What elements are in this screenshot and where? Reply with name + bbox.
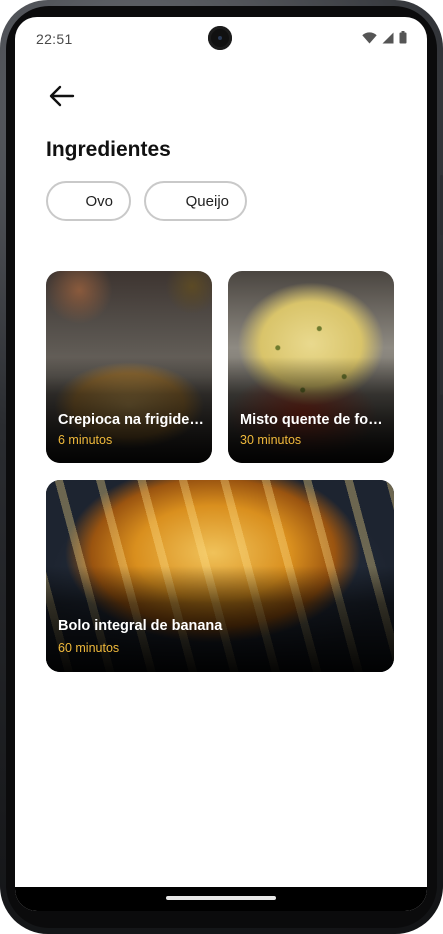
chip-queijo[interactable]: Queijo bbox=[144, 181, 247, 221]
wifi-icon bbox=[362, 31, 377, 49]
ingredient-filter-chips: Ovo Queijo bbox=[46, 181, 247, 221]
battery-icon bbox=[399, 31, 407, 49]
signal-icon bbox=[382, 31, 394, 49]
chip-ovo[interactable]: Ovo bbox=[46, 181, 131, 221]
navigation-bar bbox=[15, 887, 427, 911]
front-camera bbox=[208, 26, 232, 50]
arrow-left-icon bbox=[49, 85, 75, 112]
home-gesture-handle[interactable] bbox=[166, 896, 276, 900]
back-button[interactable] bbox=[47, 83, 77, 113]
page-title: Ingredientes bbox=[46, 138, 171, 161]
status-icons bbox=[362, 31, 407, 49]
recipe-title: Crepioca na frigideira bbox=[58, 412, 204, 428]
phone-frame: 22:51 Ingredientes Ovo Queijo Crepioca n… bbox=[0, 0, 443, 934]
recipe-time: 6 minutos bbox=[58, 433, 113, 447]
recipe-title: Bolo integral de banana bbox=[58, 618, 223, 634]
status-bar: 22:51 bbox=[15, 17, 427, 61]
recipe-time: 60 minutos bbox=[58, 641, 120, 655]
recipe-title: Misto quente de forno bbox=[240, 412, 386, 428]
recipe-card-crepioca[interactable]: Crepioca na frigideira 6 minutos bbox=[46, 271, 212, 463]
chip-label: Queijo bbox=[185, 192, 229, 210]
chip-label: Ovo bbox=[85, 192, 113, 210]
recipe-card-misto-quente[interactable]: Misto quente de forno 30 minutos bbox=[228, 271, 394, 463]
recipe-card-bolo-banana[interactable]: Bolo integral de banana 60 minutos bbox=[46, 480, 394, 672]
status-time: 22:51 bbox=[36, 31, 73, 47]
recipe-time: 30 minutos bbox=[240, 433, 302, 447]
screen: 22:51 Ingredientes Ovo Queijo Crepioca n… bbox=[15, 17, 427, 911]
